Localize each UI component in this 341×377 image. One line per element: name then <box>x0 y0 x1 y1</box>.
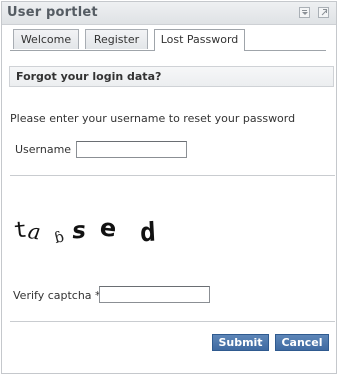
portlet-titlebar: User portlet <box>2 2 336 25</box>
tab-welcome[interactable]: Welcome <box>13 29 79 49</box>
svg-text:e: e <box>99 213 118 243</box>
minimize-icon[interactable] <box>299 7 310 18</box>
captcha-image: t a ɓ s e d <box>13 213 157 249</box>
svg-text:s: s <box>71 218 86 245</box>
tab-lost-password[interactable]: Lost Password <box>154 29 245 51</box>
section-heading-box: Forgot your login data? <box>9 66 334 87</box>
submit-button[interactable]: Submit <box>212 334 269 351</box>
intro-text: Please enter your username to reset your… <box>10 112 296 125</box>
captcha-label: Verify captcha * <box>13 289 101 302</box>
user-portlet: User portlet <box>1 1 337 374</box>
divider <box>10 321 335 322</box>
section-heading: Forgot your login data? <box>16 70 162 83</box>
maximize-icon[interactable] <box>318 7 329 18</box>
tab-register[interactable]: Register <box>85 29 148 49</box>
svg-text:ɓ: ɓ <box>52 227 66 247</box>
portlet-title: User portlet <box>7 5 98 20</box>
divider <box>10 175 335 176</box>
username-label: Username <box>15 143 72 156</box>
tab-bar: Welcome Register Lost Password <box>10 29 326 51</box>
username-input[interactable] <box>76 141 187 158</box>
svg-text:d: d <box>139 218 156 249</box>
captcha-input[interactable] <box>99 286 210 303</box>
svg-text:a: a <box>26 219 42 245</box>
cancel-button[interactable]: Cancel <box>275 334 329 351</box>
